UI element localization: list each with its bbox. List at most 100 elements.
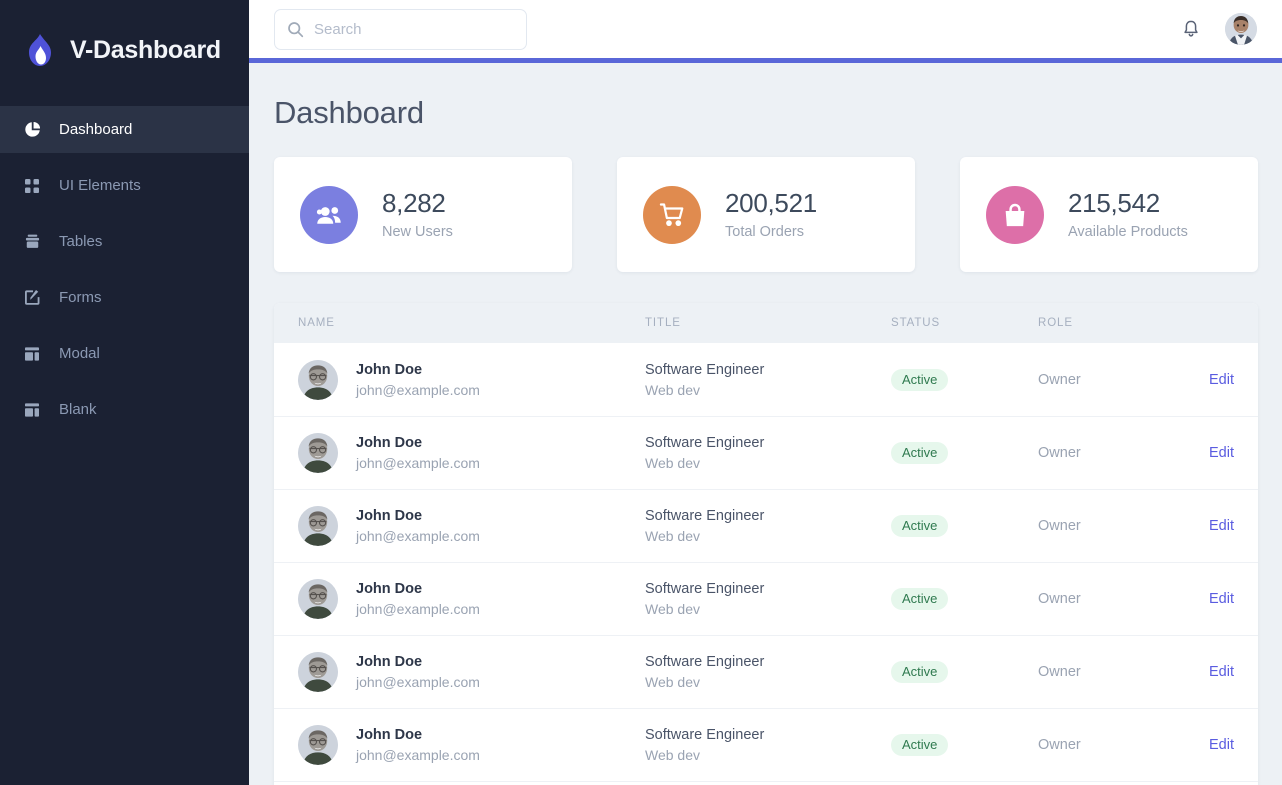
cell-name: John Doe john@example.com (298, 652, 645, 692)
cell-status: Active (891, 369, 1038, 391)
flame-icon (24, 33, 56, 67)
sidebar-item-dashboard[interactable]: Dashboard (0, 106, 249, 153)
status-badge: Active (891, 588, 948, 610)
edit-link[interactable]: Edit (1209, 445, 1234, 461)
brand-title: V-Dashboard (70, 36, 221, 65)
user-title: Software Engineer (645, 654, 891, 670)
user-avatar-image (1225, 13, 1257, 45)
sidebar-nav: Dashboard UI Elements (0, 100, 249, 433)
bell-icon (1181, 19, 1201, 39)
stat-label: Total Orders (725, 224, 817, 240)
user-role: Owner (1038, 518, 1081, 534)
status-badge: Active (891, 442, 948, 464)
status-badge: Active (891, 734, 948, 756)
search-box[interactable] (274, 9, 527, 50)
user-department: Web dev (645, 674, 891, 690)
cell-name: John Doe john@example.com (298, 360, 645, 400)
cell-status: Active (891, 661, 1038, 683)
table-header-row: NAME TITLE STATUS ROLE (274, 303, 1258, 343)
user-department: Web dev (645, 747, 891, 763)
stat-card-new-users[interactable]: 8,282 New Users (274, 157, 572, 272)
table-row: John Doe john@example.com Software Engin… (274, 781, 1258, 785)
cell-role: Owner (1038, 663, 1208, 681)
user-email: john@example.com (356, 674, 480, 690)
search-input[interactable] (314, 21, 514, 38)
cell-status: Active (891, 442, 1038, 464)
users-table: NAME TITLE STATUS ROLE John Doe john@exa… (274, 303, 1258, 785)
name-block: John Doe john@example.com (356, 435, 480, 471)
user-email: john@example.com (356, 601, 480, 617)
status-badge: Active (891, 369, 948, 391)
name-block: John Doe john@example.com (356, 654, 480, 690)
sidebar-item-blank[interactable]: Blank (0, 386, 249, 433)
row-avatar (298, 506, 338, 546)
row-avatar (298, 725, 338, 765)
row-avatar-image (298, 360, 338, 400)
brand[interactable]: V-Dashboard (0, 0, 249, 100)
stat-text: 8,282 New Users (382, 189, 453, 240)
cell-status: Active (891, 588, 1038, 610)
column-header-role: ROLE (1038, 317, 1208, 329)
cell-name: John Doe john@example.com (298, 579, 645, 619)
sidebar-item-ui-elements[interactable]: UI Elements (0, 162, 249, 209)
column-header-name: NAME (298, 317, 645, 329)
edit-square-icon (22, 288, 42, 308)
notification-bell-button[interactable] (1178, 16, 1204, 42)
row-avatar-image (298, 433, 338, 473)
cell-action: Edit (1208, 444, 1234, 462)
cell-title: Software Engineer Web dev (645, 362, 891, 398)
user-role: Owner (1038, 445, 1081, 461)
user-department: Web dev (645, 382, 891, 398)
users-icon (300, 186, 358, 244)
edit-link[interactable]: Edit (1209, 372, 1234, 388)
cell-name: John Doe john@example.com (298, 433, 645, 473)
edit-link[interactable]: Edit (1209, 737, 1234, 753)
user-title: Software Engineer (645, 435, 891, 451)
user-name: John Doe (356, 654, 480, 670)
edit-link[interactable]: Edit (1209, 591, 1234, 607)
sidebar-item-label: UI Elements (59, 177, 141, 194)
nav-spacer (0, 377, 249, 386)
cell-role: Owner (1038, 736, 1208, 754)
row-avatar-image (298, 579, 338, 619)
user-title: Software Engineer (645, 362, 891, 378)
user-department: Web dev (645, 601, 891, 617)
grid-dots-icon (22, 176, 42, 196)
table-body: John Doe john@example.com Software Engin… (274, 343, 1258, 785)
topbar (249, 0, 1282, 58)
table-row: John Doe john@example.com Software Engin… (274, 343, 1258, 416)
row-avatar (298, 652, 338, 692)
table-row: John Doe john@example.com Software Engin… (274, 562, 1258, 635)
stat-card-total-orders[interactable]: 200,521 Total Orders (617, 157, 915, 272)
row-avatar (298, 433, 338, 473)
user-name: John Doe (356, 508, 480, 524)
nav-spacer (0, 265, 249, 274)
stat-label: New Users (382, 224, 453, 240)
page-content: Dashboard 8,282 N (249, 63, 1282, 785)
stat-value: 8,282 (382, 189, 453, 219)
user-email: john@example.com (356, 528, 480, 544)
cell-action: Edit (1208, 371, 1234, 389)
topbar-right (1178, 13, 1257, 45)
user-name: John Doe (356, 581, 480, 597)
cell-action: Edit (1208, 590, 1234, 608)
user-department: Web dev (645, 528, 891, 544)
user-department: Web dev (645, 455, 891, 471)
sidebar-item-modal[interactable]: Modal (0, 330, 249, 377)
cell-title: Software Engineer Web dev (645, 508, 891, 544)
sidebar-item-forms[interactable]: Forms (0, 274, 249, 321)
sidebar-item-tables[interactable]: Tables (0, 218, 249, 265)
user-role: Owner (1038, 372, 1081, 388)
edit-link[interactable]: Edit (1209, 664, 1234, 680)
sidebar-item-label: Forms (59, 289, 102, 306)
page-title: Dashboard (274, 95, 1258, 131)
edit-link[interactable]: Edit (1209, 518, 1234, 534)
name-block: John Doe john@example.com (356, 727, 480, 763)
avatar[interactable] (1225, 13, 1257, 45)
stat-card-available-products[interactable]: 215,542 Available Products (960, 157, 1258, 272)
stat-value: 200,521 (725, 189, 817, 219)
user-email: john@example.com (356, 382, 480, 398)
archive-box-icon (22, 232, 42, 252)
column-header-status: STATUS (891, 317, 1038, 329)
table-row: John Doe john@example.com Software Engin… (274, 635, 1258, 708)
